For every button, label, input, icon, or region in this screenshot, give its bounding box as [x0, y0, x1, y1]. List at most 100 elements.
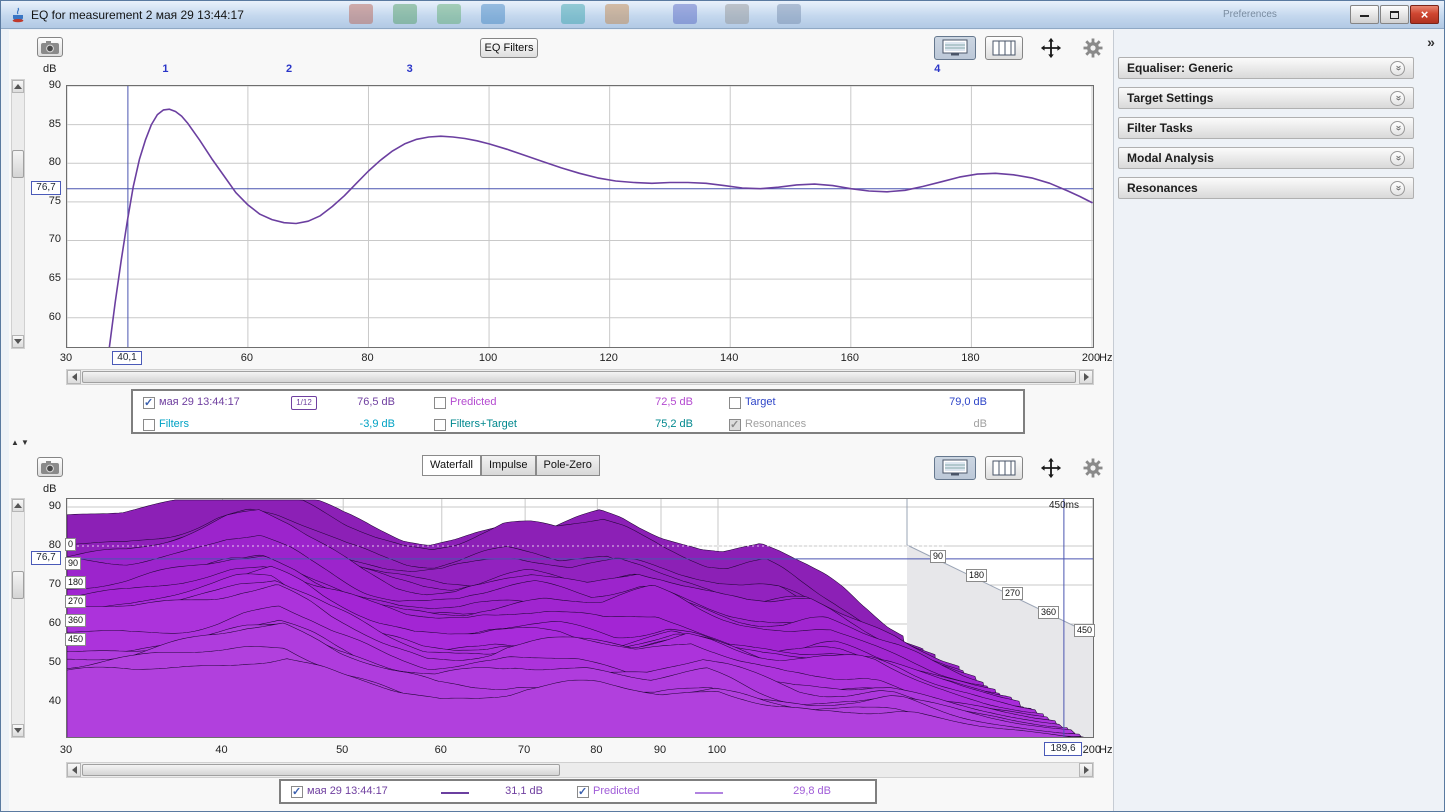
tab-pole-zero[interactable]: Pole-Zero [536, 455, 600, 476]
axis-tick-label: 40 [27, 695, 61, 707]
measurement-label: мая 29 13:44:17 [159, 396, 240, 408]
axis-tick-label: 60 [425, 744, 457, 756]
section-equaliser[interactable]: Equaliser: Generic » [1118, 57, 1414, 79]
filters-label: Filters [159, 418, 189, 430]
measurement-line-sample [441, 792, 469, 794]
splitter-collapse-down[interactable]: ▼ [21, 438, 29, 448]
predicted-label: Predicted [593, 785, 639, 797]
axis-tick-label: 70 [27, 578, 61, 590]
smoothing-selector[interactable]: 1/12 [291, 396, 317, 410]
chevron-expand-icon[interactable]: » [1390, 181, 1405, 196]
axis-tick-label: 160 [834, 352, 866, 364]
rew-eq-window: EQ for measurement 2 мая 29 13:44:17 Pre… [0, 0, 1445, 812]
scrollbar-thumb[interactable] [12, 571, 24, 599]
scroll-right-arrow[interactable] [1079, 370, 1093, 384]
axis-tick-label: 100 [472, 352, 504, 364]
graph-selector-button[interactable]: EQ Filters [480, 38, 538, 58]
axis-tick-label: 2 [284, 63, 294, 75]
measurement-value: 31,1 dB [471, 785, 543, 797]
bottom-chart-horizontal-scrollbar[interactable] [66, 762, 1094, 778]
axis-tick-label: 0 [65, 538, 76, 551]
bottom-chart-vertical-scrollbar[interactable] [11, 498, 25, 738]
axis-tick-label: 50 [27, 656, 61, 668]
capture-graph-button-bottom[interactable] [37, 457, 63, 477]
graph-window-button-bottom[interactable] [934, 456, 976, 480]
axis-tick-label: 200 [1076, 744, 1108, 756]
scroll-left-arrow[interactable] [67, 370, 81, 384]
measurement-checkbox[interactable] [143, 397, 155, 409]
graph-window-button-top[interactable] [934, 36, 976, 60]
values-table-button-bottom[interactable] [985, 456, 1023, 480]
restore-button[interactable] [1380, 5, 1409, 24]
axis-tick-label: 60 [27, 311, 61, 323]
axis-tick-label: 70 [508, 744, 540, 756]
move-arrows-icon [1040, 37, 1062, 59]
section-modal-analysis[interactable]: Modal Analysis » [1118, 147, 1414, 169]
predicted-value: 72,5 dB [621, 396, 693, 408]
eq-filters-plot[interactable] [66, 85, 1094, 348]
scroll-up-arrow[interactable] [12, 80, 24, 93]
waterfall-surface [67, 499, 1094, 738]
graph-settings-button-bottom[interactable] [1081, 457, 1105, 479]
filters-target-checkbox[interactable] [434, 419, 446, 431]
tab-waterfall[interactable]: Waterfall [422, 455, 481, 476]
axis-tick-label: 270 [65, 595, 86, 608]
chevron-expand-icon[interactable]: » [1390, 121, 1405, 136]
close-button[interactable]: × [1410, 5, 1439, 24]
camera-icon [41, 41, 59, 54]
axis-tick-label: 140 [713, 352, 745, 364]
scroll-left-arrow[interactable] [67, 763, 81, 777]
predicted-label: Predicted [450, 396, 496, 408]
values-table-button-top[interactable] [985, 36, 1023, 60]
predicted-checkbox[interactable] [577, 786, 589, 798]
minimize-button[interactable] [1350, 5, 1379, 24]
gear-icon [1083, 458, 1103, 478]
section-resonances[interactable]: Resonances » [1118, 177, 1414, 199]
pan-zoom-button-bottom[interactable] [1031, 456, 1071, 480]
top-chart-vertical-scrollbar[interactable] [11, 79, 25, 349]
scrollbar-thumb[interactable] [12, 150, 24, 178]
axis-tick-label: 90 [27, 500, 61, 512]
chevron-expand-icon[interactable]: » [1390, 151, 1405, 166]
tab-impulse[interactable]: Impulse [481, 455, 536, 476]
axis-tick-label: 180 [954, 352, 986, 364]
collapse-panel-button[interactable]: » [1421, 34, 1441, 52]
axis-tick-label: 75 [27, 195, 61, 207]
chevron-expand-icon[interactable]: » [1390, 91, 1405, 106]
section-target-settings[interactable]: Target Settings » [1118, 87, 1414, 109]
axis-tick-label: 30 [50, 352, 82, 364]
move-arrows-icon [1040, 457, 1062, 479]
bottom-cursor-db-label: 76,7 [31, 551, 61, 565]
axis-tick-label: 360 [1038, 606, 1059, 619]
predicted-line-sample [695, 792, 723, 794]
axis-tick-label: 4 [932, 63, 942, 75]
chevron-expand-icon[interactable]: » [1390, 61, 1405, 76]
scroll-down-arrow[interactable] [12, 724, 24, 737]
section-title: Resonances [1127, 181, 1198, 195]
graph-settings-button-top[interactable] [1081, 37, 1105, 59]
monitor-icon [942, 459, 968, 477]
section-filter-tasks[interactable]: Filter Tasks » [1118, 117, 1414, 139]
measurement-checkbox[interactable] [291, 786, 303, 798]
capture-graph-button-top[interactable] [37, 37, 63, 57]
filters-target-value: 75,2 dB [621, 418, 693, 430]
predicted-checkbox[interactable] [434, 397, 446, 409]
waterfall-plot[interactable] [66, 498, 1094, 738]
resonances-checkbox[interactable] [729, 419, 741, 431]
target-checkbox[interactable] [729, 397, 741, 409]
scrollbar-thumb[interactable] [82, 764, 560, 776]
graph-selector-label: EQ Filters [485, 42, 534, 54]
scroll-down-arrow[interactable] [12, 335, 24, 348]
pan-zoom-button-top[interactable] [1031, 36, 1071, 60]
camera-icon [41, 461, 59, 474]
eq-response-curve [67, 86, 1094, 348]
window-title: EQ for measurement 2 мая 29 13:44:17 [31, 8, 244, 22]
top-chart-horizontal-scrollbar[interactable] [66, 369, 1094, 385]
scroll-up-arrow[interactable] [12, 499, 24, 512]
table-grid-icon [992, 460, 1016, 476]
scroll-right-arrow[interactable] [1079, 763, 1093, 777]
splitter-collapse-up[interactable]: ▲ [11, 438, 19, 448]
scrollbar-thumb[interactable] [82, 371, 1076, 383]
table-grid-icon [992, 40, 1016, 56]
filters-checkbox[interactable] [143, 419, 155, 431]
